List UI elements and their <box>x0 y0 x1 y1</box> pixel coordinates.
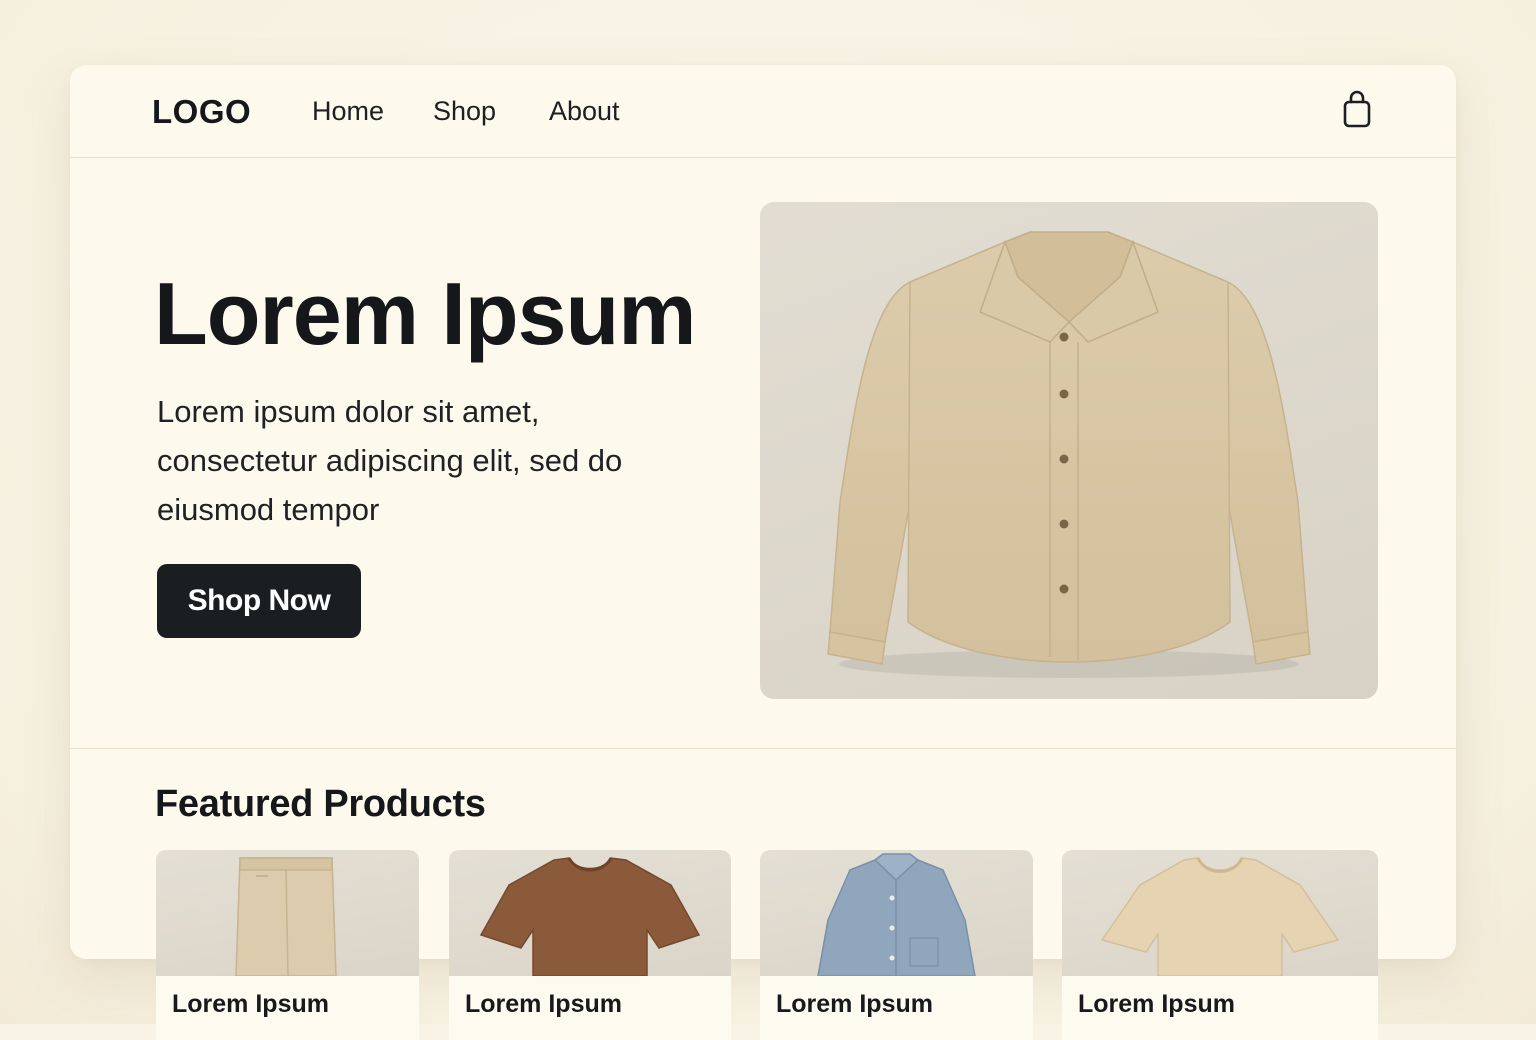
product-name: Lorem Ipsum <box>465 990 622 1018</box>
product-image-beige-tshirt <box>1062 850 1378 977</box>
shop-now-button[interactable]: Shop Now <box>157 564 361 638</box>
featured-products-heading: Featured Products <box>155 783 486 825</box>
product-name: Lorem Ipsum <box>172 990 329 1018</box>
shopping-bag-icon[interactable] <box>1340 89 1374 129</box>
hero-shirt-image <box>760 202 1378 699</box>
product-name: Lorem Ipsum <box>776 990 933 1018</box>
product-card[interactable]: Lorem Ipsum <box>449 850 731 1040</box>
browser-window: LOGO Home Shop About Lorem Ipsum Lorem i… <box>70 65 1456 959</box>
product-card[interactable]: Lorem Ipsum <box>1062 850 1378 1040</box>
product-card[interactable]: Lorem Ipsum <box>760 850 1033 1040</box>
nav-about[interactable]: About <box>549 96 620 127</box>
product-image-trousers <box>156 850 419 977</box>
product-image-brown-tshirt <box>449 850 731 977</box>
nav-home[interactable]: Home <box>312 96 384 127</box>
nav-shop[interactable]: Shop <box>433 96 496 127</box>
hero-title: Lorem Ipsum <box>154 264 697 363</box>
logo[interactable]: LOGO <box>152 93 251 131</box>
product-card[interactable]: Lorem Ipsum <box>156 850 419 1040</box>
site-header: LOGO Home Shop About <box>70 65 1456 158</box>
hero-description: Lorem ipsum dolor sit amet, consectetur … <box>157 394 623 527</box>
section-divider <box>70 748 1456 749</box>
product-name: Lorem Ipsum <box>1078 990 1235 1018</box>
product-image-blue-shirt <box>760 850 1033 977</box>
